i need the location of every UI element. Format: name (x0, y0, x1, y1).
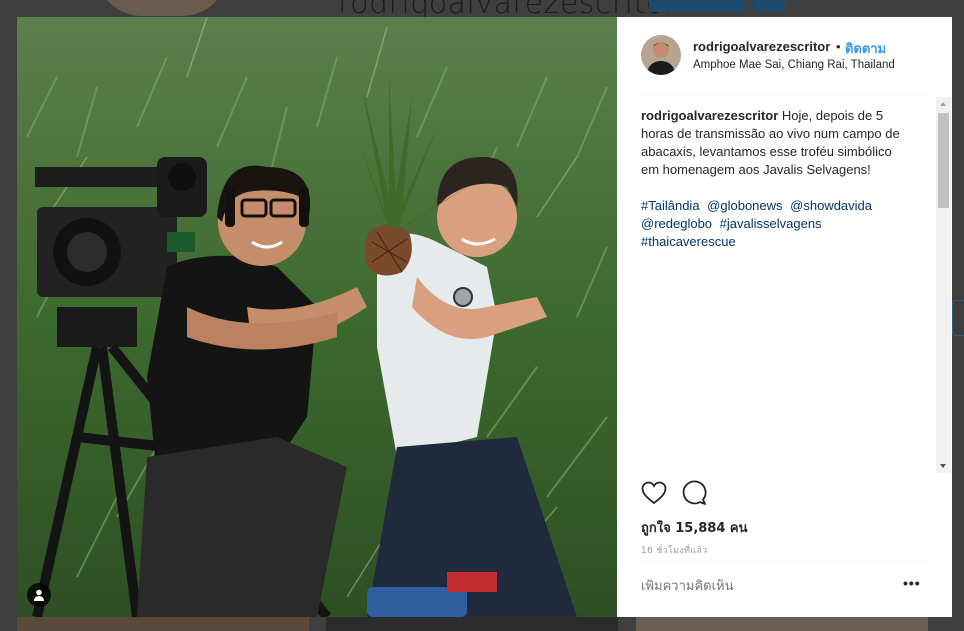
post-side-panel: rodrigoalvarezescritor • ติดตาม Amphoe M… (617, 17, 952, 617)
hashtag-link[interactable]: #Tailândia (641, 198, 700, 213)
post-photo[interactable] (17, 17, 617, 617)
post-timestamp[interactable]: 16 ชั่วโมงที่แล้ว (641, 543, 708, 557)
comment-icon (682, 480, 707, 505)
comments-area[interactable]: rodrigoalvarezescritor Hoje, depois de 5… (641, 107, 901, 467)
hashtag-link[interactable]: #thaicaverescue (641, 234, 736, 249)
background-thumbnail (17, 617, 309, 631)
separator-dot: • (836, 39, 841, 54)
more-options-icon[interactable]: ••• (903, 576, 923, 595)
caption-hashtags: #Tailândia @globonews @showdavida @redeg… (641, 197, 891, 251)
hashtag-link[interactable]: #javalisselvagens (720, 216, 822, 231)
photo-illustration (17, 17, 617, 617)
like-button[interactable] (641, 480, 667, 506)
scroll-down-arrow-icon[interactable] (940, 464, 946, 468)
background-follow-button (649, 0, 745, 12)
likes-count[interactable]: ถูกใจ 15,884 คน (641, 517, 748, 538)
author-username-link[interactable]: rodrigoalvarezescritor (693, 39, 830, 54)
background-thumbnail (636, 617, 928, 631)
scroll-up-arrow-icon[interactable] (940, 102, 946, 106)
divider (641, 561, 928, 562)
avatar-image (641, 35, 681, 75)
follow-button[interactable]: ติดตาม (845, 38, 886, 59)
post-modal: rodrigoalvarezescritor • ติดตาม Amphoe M… (17, 17, 952, 617)
person-tag-icon[interactable] (27, 583, 51, 607)
location-link[interactable]: Amphoe Mae Sai, Chiang Rai, Thailand (693, 59, 895, 71)
author-avatar[interactable] (641, 35, 681, 75)
mention-link[interactable]: @globonews (707, 198, 782, 213)
background-thumbnail (326, 617, 618, 631)
background-next-arrow (952, 300, 964, 336)
comment-input[interactable] (641, 579, 881, 594)
mention-link[interactable]: @redeglobo (641, 216, 712, 231)
caption: rodrigoalvarezescritor Hoje, depois de 5… (641, 107, 901, 179)
mention-link[interactable]: @showdavida (790, 198, 872, 213)
caption-username-link[interactable]: rodrigoalvarezescritor (641, 108, 778, 123)
heart-icon (641, 481, 667, 505)
person-silhouette (34, 589, 44, 601)
post-action-bar (641, 480, 707, 514)
scroll-thumb[interactable] (938, 113, 949, 208)
post-header: rodrigoalvarezescritor • ติดตาม Amphoe M… (641, 17, 928, 95)
comment-button[interactable] (681, 480, 707, 506)
comments-scrollbar[interactable] (936, 97, 951, 473)
background-profile-avatar (96, 0, 228, 16)
background-dropdown-button (754, 0, 786, 12)
